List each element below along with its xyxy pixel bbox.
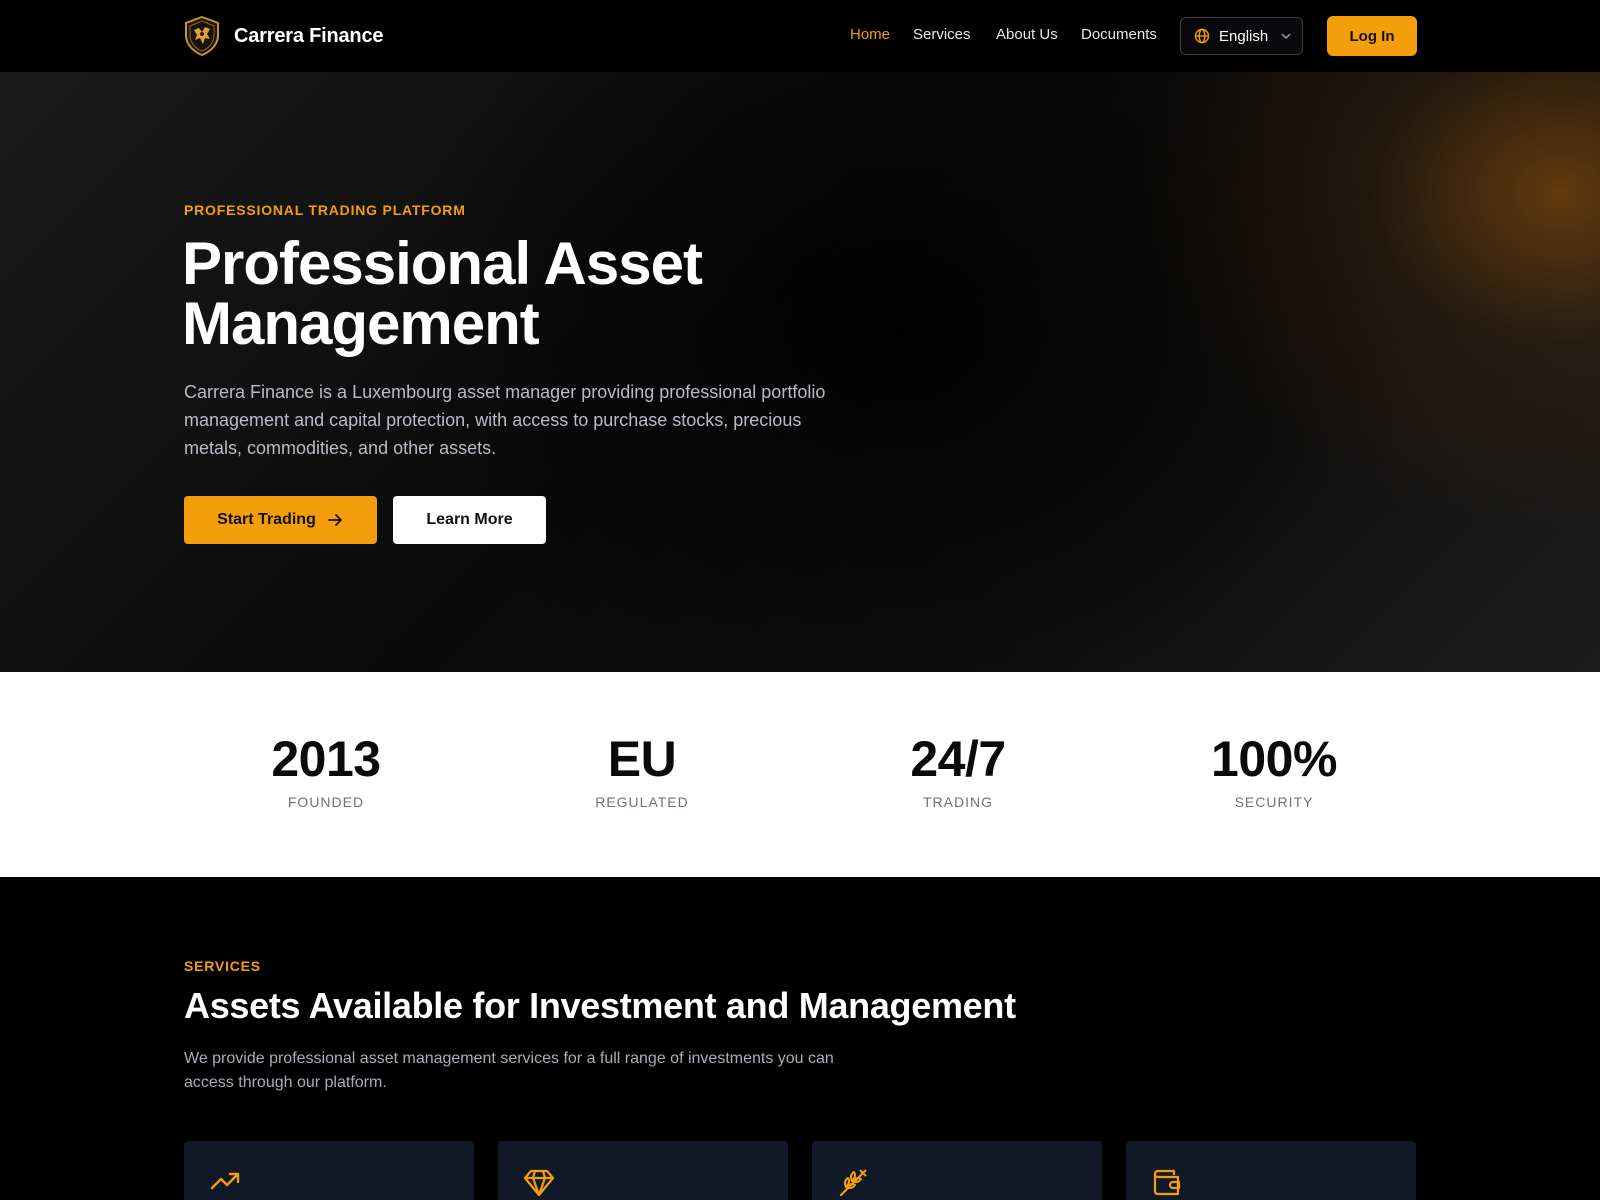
stat-founded: 2013 FOUNDED bbox=[196, 730, 456, 810]
service-card-precious-metals[interactable] bbox=[498, 1141, 788, 1200]
hero-title-line1: Professional Asset bbox=[182, 230, 703, 297]
stat-label: FOUNDED bbox=[287, 794, 365, 810]
nav-documents[interactable]: Documents bbox=[1081, 26, 1157, 43]
hero-description: Carrera Finance is a Luxembourg asset ma… bbox=[184, 382, 826, 458]
language-label: English bbox=[1219, 27, 1269, 45]
stat-value: EU bbox=[607, 731, 677, 787]
nav-about-us[interactable]: About Us bbox=[996, 26, 1058, 43]
service-card-stocks[interactable] bbox=[184, 1141, 474, 1200]
stat-label: SECURITY bbox=[1234, 794, 1314, 810]
stat-label: TRADING bbox=[923, 794, 993, 810]
wheat-icon bbox=[839, 1169, 867, 1197]
stat-value: 100% bbox=[1211, 731, 1337, 787]
gem-icon bbox=[523, 1169, 555, 1197]
hero-section: PROFESSIONAL TRADING PLATFORM Profession… bbox=[0, 72, 1600, 672]
stat-value: 2013 bbox=[271, 731, 381, 787]
stat-security: 100% SECURITY bbox=[1144, 730, 1404, 810]
services-section: SERVICES Assets Available for Investment… bbox=[0, 877, 1600, 1200]
hero-title-line2: Management bbox=[182, 290, 540, 357]
chevron-down-icon bbox=[1281, 33, 1291, 39]
start-trading-button[interactable]: Start Trading bbox=[184, 496, 377, 544]
service-card-portfolio[interactable] bbox=[1126, 1141, 1416, 1200]
stat-trading: 24/7 TRADING bbox=[828, 730, 1088, 810]
trending-up-icon bbox=[210, 1172, 240, 1190]
hero-eyebrow: PROFESSIONAL TRADING PLATFORM bbox=[184, 202, 466, 218]
nav-services[interactable]: Services bbox=[913, 26, 971, 43]
learn-more-button[interactable]: Learn More bbox=[393, 496, 546, 544]
services-eyebrow: SERVICES bbox=[184, 958, 261, 974]
stats-section: 2013 FOUNDED EU REGULATED 24/7 TRADING 1… bbox=[0, 672, 1600, 877]
top-navbar: Carrera Finance Home Services About Us D… bbox=[0, 0, 1600, 72]
arrow-right-icon bbox=[327, 514, 342, 526]
globe-icon bbox=[1194, 28, 1210, 44]
services-description: We provide professional asset management… bbox=[184, 1050, 834, 1091]
hero-title: Professional Asset Management bbox=[182, 234, 942, 354]
service-card-commodities[interactable] bbox=[812, 1141, 1102, 1200]
services-title: Assets Available for Investment and Mana… bbox=[184, 985, 1016, 1026]
language-select[interactable]: English bbox=[1180, 17, 1303, 55]
wallet-icon bbox=[1153, 1169, 1181, 1196]
nav-home[interactable]: Home bbox=[850, 26, 890, 43]
start-trading-label: Start Trading bbox=[217, 511, 316, 528]
stat-regulated: EU REGULATED bbox=[512, 730, 772, 810]
login-button[interactable]: Log In bbox=[1327, 16, 1417, 56]
stat-value: 24/7 bbox=[910, 731, 1006, 787]
stat-label: REGULATED bbox=[595, 794, 689, 810]
